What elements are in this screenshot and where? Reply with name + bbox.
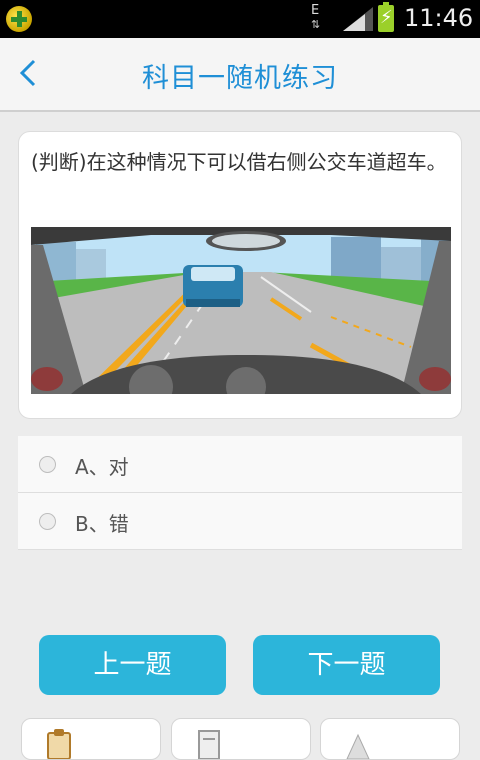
network-type: E: [311, 3, 320, 18]
radio-icon[interactable]: [39, 513, 56, 530]
option-label: A、对: [75, 455, 129, 479]
document-icon: [198, 730, 220, 759]
question-text: (判断)在这种情况下可以借右侧公交车道超车。: [31, 150, 447, 174]
driving-scene-image: [31, 227, 451, 394]
prev-question-button[interactable]: 上一题: [39, 635, 226, 695]
header: 科目一随机练习: [0, 38, 480, 112]
battery-charging-icon: ⚡: [378, 2, 394, 32]
tab-answer-sheet[interactable]: [21, 718, 161, 760]
signal-icon: [343, 7, 373, 31]
radio-icon[interactable]: [39, 456, 56, 473]
question-card: (判断)在这种情况下可以借右侧公交车道超车。: [18, 131, 462, 419]
clipboard-icon: [47, 729, 71, 759]
answer-options: A、对 B、错: [18, 436, 462, 550]
status-time: 11:46: [404, 4, 474, 32]
app-icon: [6, 6, 32, 32]
option-b[interactable]: B、错: [18, 493, 462, 550]
next-question-button[interactable]: 下一题: [253, 635, 440, 695]
tab-report[interactable]: [320, 718, 460, 760]
network-activity-icon: ⇅: [311, 18, 321, 31]
status-bar: E ⇅ ⚡ 11:46: [0, 0, 480, 38]
tab-explanation[interactable]: [171, 718, 311, 760]
warning-icon: [346, 733, 370, 759]
option-label: B、错: [75, 512, 129, 536]
page-title: 科目一随机练习: [142, 63, 338, 94]
option-a[interactable]: A、对: [18, 436, 462, 493]
